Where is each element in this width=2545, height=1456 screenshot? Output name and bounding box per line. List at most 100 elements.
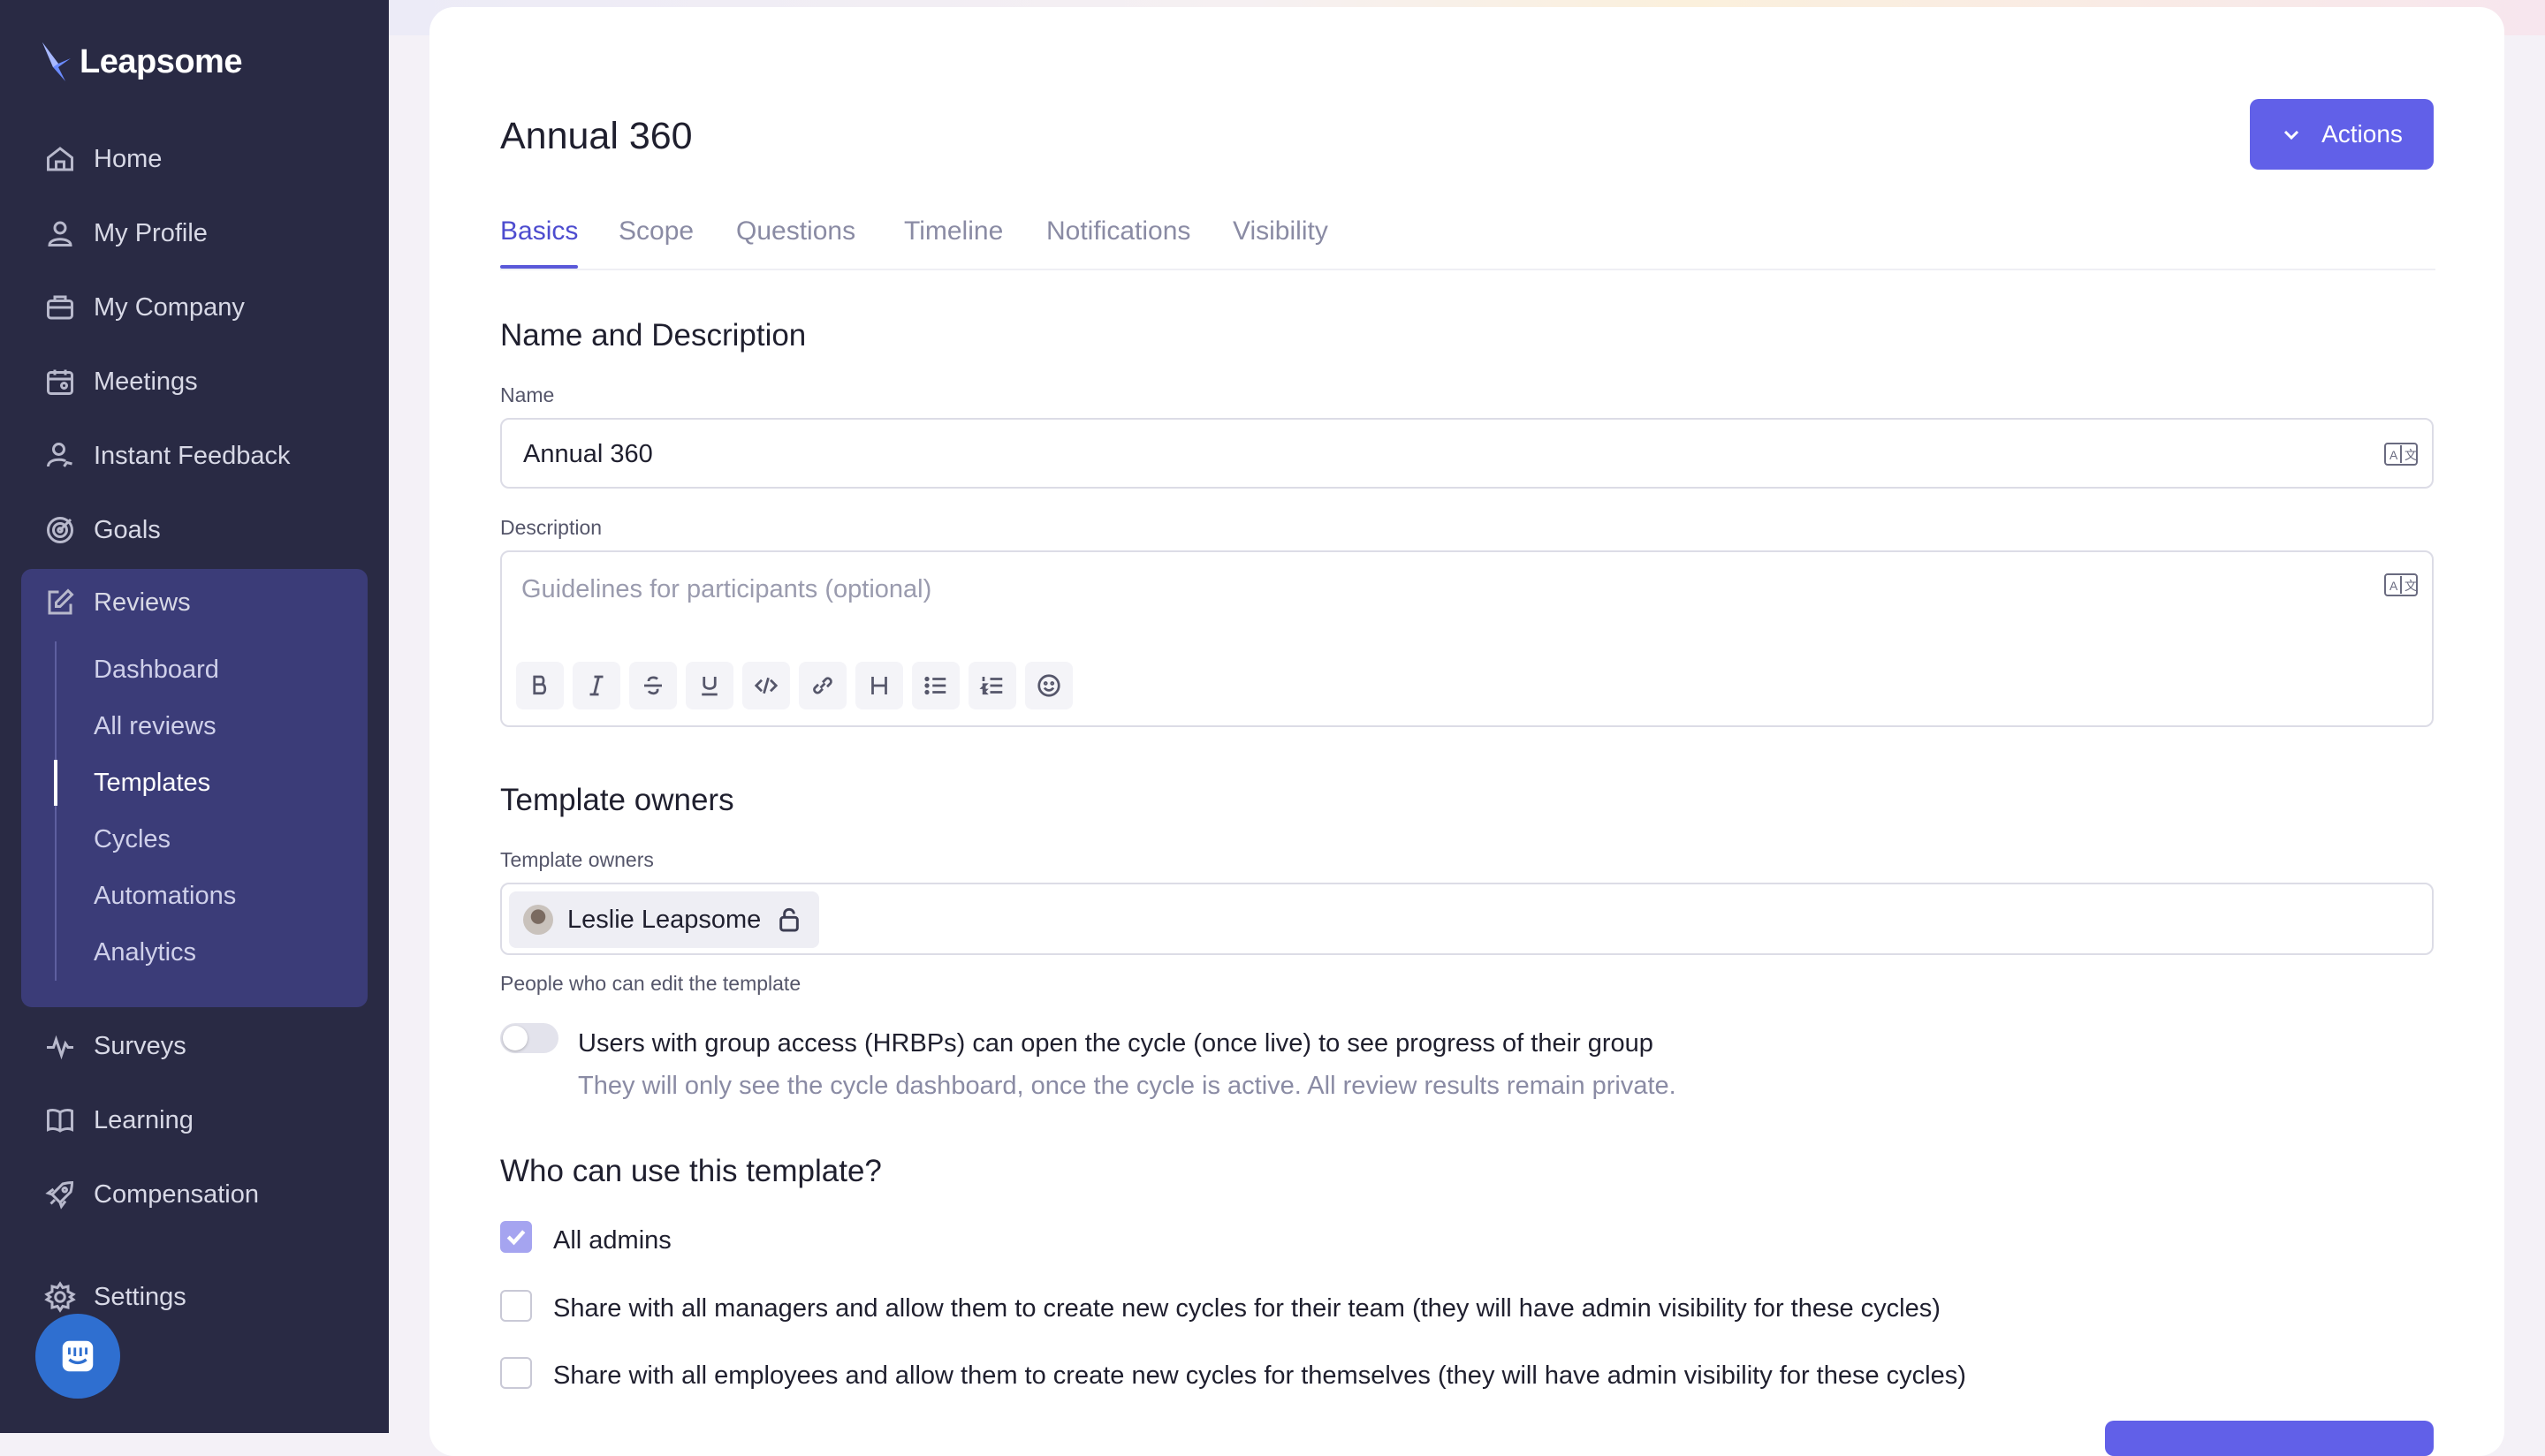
sidebar-item-surveys[interactable]: Surveys (44, 1030, 186, 1062)
target-icon (47, 517, 73, 543)
svg-text:文: 文 (2404, 579, 2417, 593)
template-editor-card: Annual 360 Actions Basics Scope Question… (429, 7, 2504, 1456)
name-input[interactable]: Annual 360 A 文 (500, 418, 2434, 489)
lock-icon (779, 907, 800, 932)
link-button[interactable] (799, 662, 847, 709)
share-managers-checkbox[interactable] (500, 1290, 532, 1322)
owner-name: Leslie Leapsome (567, 905, 762, 934)
chevron-down-icon (2284, 130, 2299, 140)
sidebar-item-my-profile[interactable]: My Profile (44, 217, 208, 249)
sidebar-item-label: Instant Feedback (94, 441, 291, 470)
sidebar-item-goals[interactable]: Goals (44, 514, 161, 546)
sidebar-item-label: My Profile (94, 218, 208, 247)
actions-label: Actions (2321, 120, 2403, 148)
brand-name: Leapsome (80, 42, 242, 80)
gear-icon (44, 1281, 76, 1313)
sidebar-item-label: Settings (94, 1282, 186, 1311)
italic-button[interactable] (573, 662, 620, 709)
tab-scope[interactable]: Scope (619, 209, 694, 267)
bullet-list-icon (924, 676, 946, 695)
subnav-item-dashboard[interactable]: Dashboard (57, 641, 357, 698)
book-icon (47, 1109, 73, 1133)
rocket-icon (45, 1180, 74, 1210)
tab-visibility[interactable]: Visibility (1233, 209, 1328, 267)
calendar-icon (47, 369, 73, 395)
heading-icon (871, 677, 887, 694)
owners-input[interactable]: Leslie Leapsome (500, 883, 2434, 955)
sidebar: Leapsome Home My Profile My Company Meet… (0, 0, 389, 1433)
emoji-icon (1037, 674, 1060, 697)
tab-basics[interactable]: Basics (500, 209, 579, 269)
name-value: Annual 360 (523, 440, 653, 468)
section-heading-name: Name and Description (500, 318, 807, 353)
tab-timeline[interactable]: Timeline (904, 209, 1003, 267)
share-employees-checkbox[interactable] (500, 1357, 532, 1389)
name-label: Name (500, 383, 555, 406)
subnav-item-templates[interactable]: Templates (54, 755, 357, 811)
sidebar-item-compensation[interactable]: Compensation (44, 1179, 259, 1210)
svg-text:A: A (2389, 448, 2398, 462)
chat-icon (62, 1340, 94, 1372)
sidebar-item-label: Reviews (94, 588, 191, 617)
heading-button[interactable] (855, 662, 903, 709)
bold-icon (533, 675, 547, 695)
leapsome-bird-icon (42, 42, 71, 81)
sidebar-item-my-company[interactable]: My Company (44, 292, 245, 323)
feedback-icon (47, 443, 72, 467)
description-editor[interactable]: Guidelines for participants (optional) A… (500, 550, 2434, 727)
sidebar-item-label: Learning (94, 1105, 194, 1134)
emoji-button[interactable] (1025, 662, 1073, 709)
support-chat-button[interactable] (35, 1314, 120, 1399)
tab-questions[interactable]: Questions (736, 209, 855, 267)
sidebar-item-label: Surveys (94, 1031, 186, 1060)
sidebar-item-home[interactable]: Home (44, 143, 162, 175)
hrbp-toggle-description: They will only see the cycle dashboard, … (578, 1072, 1676, 1100)
hrbp-access-toggle[interactable] (500, 1023, 558, 1053)
translate-icon[interactable]: A 文 (2384, 573, 2418, 596)
hrbp-toggle-label: Users with group access (HRBPs) can open… (578, 1029, 1653, 1058)
link-icon (813, 677, 832, 694)
sidebar-item-label: My Company (94, 292, 245, 322)
briefcase-icon (47, 295, 73, 320)
all-admins-label: All admins (553, 1226, 672, 1255)
all-admins-checkbox[interactable] (500, 1221, 532, 1253)
actions-button[interactable]: Actions (2250, 99, 2434, 170)
translate-icon[interactable]: A 文 (2384, 443, 2418, 466)
strikethrough-button[interactable] (629, 662, 677, 709)
underline-button[interactable] (686, 662, 733, 709)
owners-help-text: People who can edit the template (500, 972, 801, 995)
checkmark-icon (506, 1230, 526, 1246)
subnav-item-analytics[interactable]: Analytics (57, 924, 357, 981)
sidebar-item-learning[interactable]: Learning (44, 1104, 194, 1136)
share-managers-label: Share with all managers and allow them t… (553, 1294, 1941, 1323)
share-employees-label: Share with all employees and allow them … (553, 1361, 1966, 1390)
bullet-list-button[interactable] (912, 662, 960, 709)
sidebar-item-label: Goals (94, 515, 161, 544)
subnav-item-all-reviews[interactable]: All reviews (57, 698, 357, 755)
tab-bar: Basics Scope Questions Timeline Notifica… (500, 209, 2435, 270)
tab-notifications[interactable]: Notifications (1046, 209, 1190, 267)
section-heading-usage: Who can use this template? (500, 1154, 882, 1188)
code-button[interactable] (742, 662, 790, 709)
sidebar-item-settings[interactable]: Settings (44, 1281, 186, 1313)
subnav-item-automations[interactable]: Automations (57, 868, 357, 924)
brand-logo[interactable]: Leapsome (39, 41, 242, 83)
sidebar-item-meetings[interactable]: Meetings (44, 366, 198, 398)
pulse-icon (47, 1035, 73, 1060)
page-title: Annual 360 (500, 115, 693, 157)
italic-icon (589, 675, 604, 696)
owner-chip[interactable]: Leslie Leapsome (509, 891, 820, 948)
sidebar-item-reviews[interactable]: Reviews (44, 587, 191, 618)
reviews-section: Reviews Dashboard All reviews Templates … (21, 569, 368, 1007)
subnav-item-cycles[interactable]: Cycles (57, 811, 357, 868)
bold-button[interactable] (516, 662, 564, 709)
section-heading-owners: Template owners (500, 783, 734, 817)
sidebar-item-label: Home (94, 144, 163, 173)
save-button[interactable] (2105, 1421, 2434, 1456)
underline-icon (702, 677, 718, 696)
numbered-list-button[interactable] (969, 662, 1016, 709)
sidebar-item-instant-feedback[interactable]: Instant Feedback (44, 440, 290, 472)
avatar (523, 905, 553, 935)
description-label: Description (500, 516, 603, 539)
formatting-toolbar (516, 662, 1073, 709)
